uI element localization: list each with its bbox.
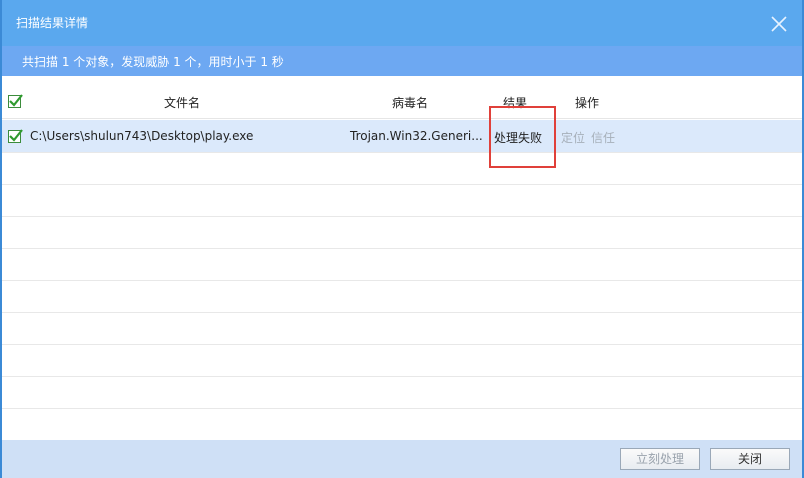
scan-result-dialog: 扫描结果详情 共扫描 1 个对象，发现威胁 1 个，用时小于 1 秒 文件名 病… xyxy=(0,0,804,478)
scan-summary-text: 共扫描 1 个对象，发现威胁 1 个，用时小于 1 秒 xyxy=(22,55,284,69)
title-bar: 扫描结果详情 xyxy=(2,0,802,46)
trust-link[interactable]: 信任 xyxy=(591,129,615,146)
footer-bar: 立刻处理 关闭 xyxy=(2,440,802,478)
check-icon xyxy=(9,129,23,142)
window-title: 扫描结果详情 xyxy=(16,16,89,30)
column-header-virus-name[interactable]: 病毒名 xyxy=(392,94,428,111)
annotation-highlight-box xyxy=(489,106,556,168)
empty-row xyxy=(2,280,802,313)
empty-row xyxy=(2,408,802,440)
column-header-file-name[interactable]: 文件名 xyxy=(164,94,200,111)
scan-summary-bar: 共扫描 1 个对象，发现威胁 1 个，用时小于 1 秒 xyxy=(2,46,802,76)
empty-row xyxy=(2,312,802,345)
close-icon[interactable] xyxy=(770,15,788,33)
result-list: C:\Users\shulun743\Desktop\play.exe Troj… xyxy=(2,120,802,440)
check-icon xyxy=(9,94,23,107)
file-path: C:\Users\shulun743\Desktop\play.exe xyxy=(30,129,254,143)
process-now-button[interactable]: 立刻处理 xyxy=(620,448,700,470)
empty-row xyxy=(2,152,802,185)
select-all-checkbox[interactable] xyxy=(8,94,23,108)
table-header: 文件名 病毒名 结果 操作 xyxy=(2,84,802,119)
close-button[interactable]: 关闭 xyxy=(710,448,790,470)
row-checkbox[interactable] xyxy=(8,129,23,143)
virus-name: Trojan.Win32.Generi... xyxy=(350,129,483,143)
empty-row xyxy=(2,216,802,249)
table-row[interactable]: C:\Users\shulun743\Desktop\play.exe Troj… xyxy=(2,120,802,153)
empty-row xyxy=(2,184,802,217)
locate-link[interactable]: 定位 xyxy=(561,129,585,146)
empty-row xyxy=(2,248,802,281)
empty-row xyxy=(2,344,802,377)
column-header-action[interactable]: 操作 xyxy=(575,94,599,111)
empty-row xyxy=(2,376,802,409)
